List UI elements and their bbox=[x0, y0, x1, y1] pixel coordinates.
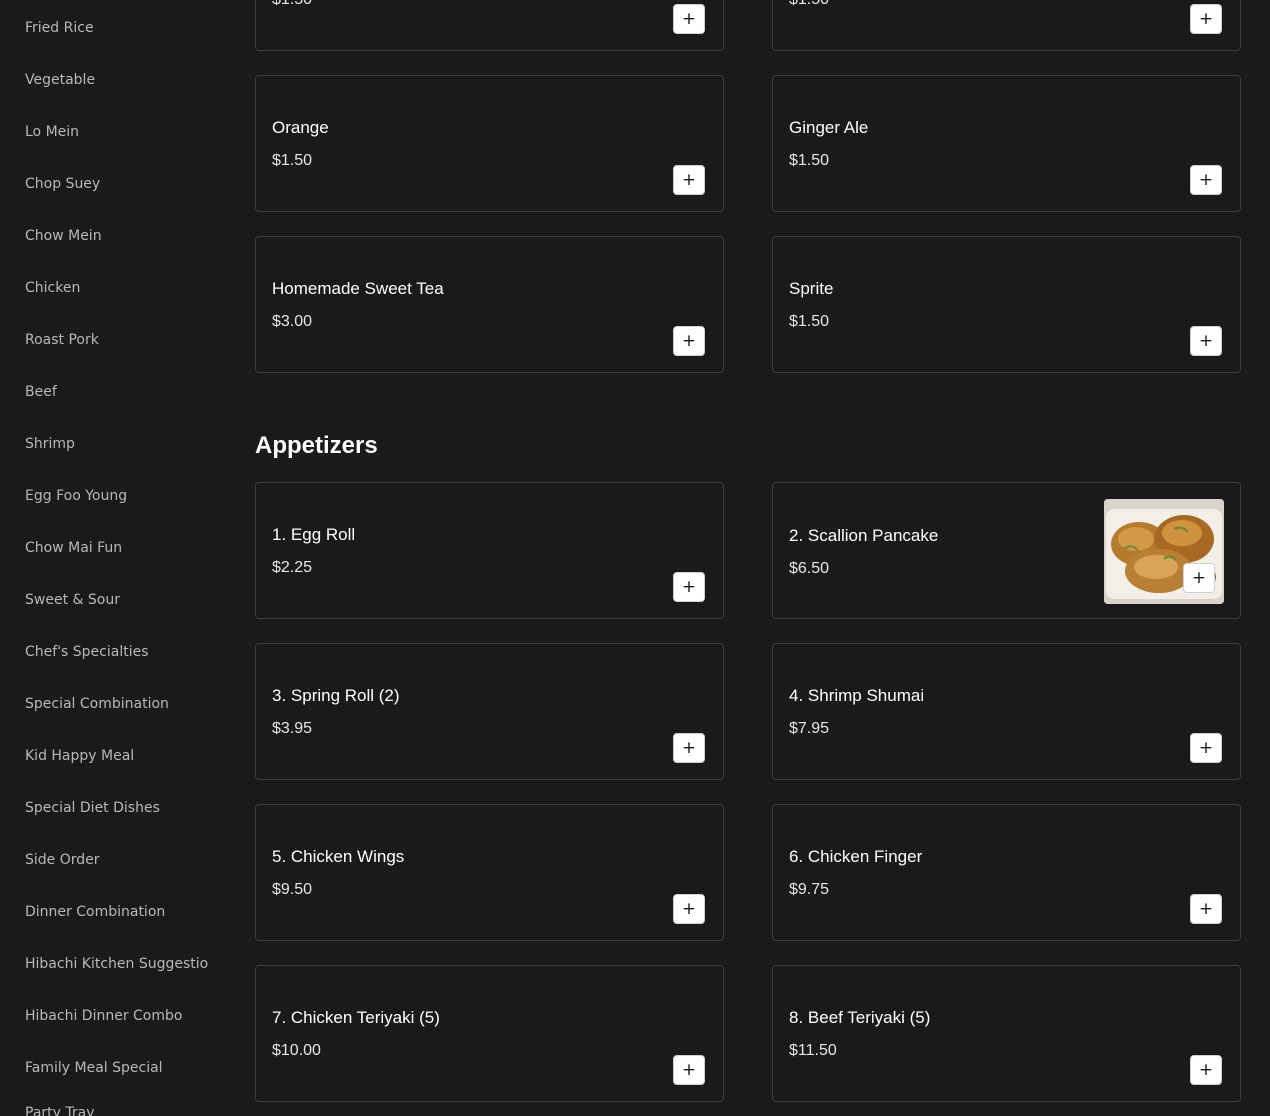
item-price: $7.95 bbox=[789, 720, 830, 737]
add-to-cart-button[interactable]: + bbox=[673, 4, 705, 34]
item-price: $2.25 bbox=[272, 559, 313, 576]
add-to-cart-button[interactable]: + bbox=[1190, 4, 1222, 34]
add-to-cart-button[interactable]: + bbox=[673, 894, 705, 924]
add-to-cart-button[interactable]: + bbox=[1190, 326, 1222, 356]
item-name: 5. Chicken Wings bbox=[272, 847, 405, 866]
item-name: Sprite bbox=[789, 279, 834, 298]
item-price: $1.50 bbox=[272, 0, 312, 9]
item-price: $3.00 bbox=[272, 313, 313, 330]
item-price: $11.50 bbox=[789, 1042, 837, 1059]
item-price: $1.50 bbox=[789, 152, 830, 169]
item-price: $10.00 bbox=[272, 1042, 321, 1059]
add-to-cart-button[interactable]: + bbox=[1190, 165, 1222, 195]
add-to-cart-button[interactable]: + bbox=[1183, 563, 1215, 593]
menu-content: $1.50 + $1.50 + Orange $1.50 + Ginger Al… bbox=[0, 0, 1270, 1116]
menu-item-card[interactable]: $1.50 + bbox=[772, 0, 1241, 51]
item-photo: + bbox=[1104, 499, 1224, 604]
menu-item-card[interactable]: 5. Chicken Wings $9.50 + bbox=[255, 804, 724, 941]
item-price: $1.50 bbox=[789, 313, 830, 330]
add-to-cart-button[interactable]: + bbox=[673, 326, 705, 356]
add-to-cart-button[interactable]: + bbox=[1190, 894, 1222, 924]
item-name: Homemade Sweet Tea bbox=[272, 279, 444, 298]
item-price: $1.50 bbox=[272, 152, 313, 169]
menu-item-card[interactable]: Homemade Sweet Tea $3.00 + bbox=[255, 236, 724, 373]
menu-item-card[interactable]: 4. Shrimp Shumai $7.95 + bbox=[772, 643, 1241, 780]
item-price: $6.50 bbox=[789, 560, 830, 577]
item-name: 6. Chicken Finger bbox=[789, 847, 923, 866]
menu-item-card[interactable]: 3. Spring Roll (2) $3.95 + bbox=[255, 643, 724, 780]
menu-item-card[interactable]: Ginger Ale $1.50 + bbox=[772, 75, 1241, 212]
add-to-cart-button[interactable]: + bbox=[673, 165, 705, 195]
item-name: 1. Egg Roll bbox=[272, 525, 356, 544]
item-price: $9.75 bbox=[789, 881, 830, 898]
menu-item-card[interactable]: 2. Scallion Pancake $6.50 + bbox=[772, 482, 1241, 619]
menu-item-card[interactable]: 1. Egg Roll $2.25 + bbox=[255, 482, 724, 619]
add-to-cart-button[interactable]: + bbox=[673, 1055, 705, 1085]
item-name: 4. Shrimp Shumai bbox=[789, 686, 925, 705]
item-name: 2. Scallion Pancake bbox=[789, 526, 939, 545]
add-to-cart-button[interactable]: + bbox=[673, 572, 705, 602]
menu-item-card[interactable]: Sprite $1.50 + bbox=[772, 236, 1241, 373]
item-name: 8. Beef Teriyaki (5) bbox=[789, 1008, 931, 1027]
add-to-cart-button[interactable]: + bbox=[673, 733, 705, 763]
section-title-appetizers: Appetizers bbox=[255, 432, 378, 459]
item-name: 7. Chicken Teriyaki (5) bbox=[272, 1008, 440, 1027]
menu-item-card[interactable]: $1.50 + bbox=[255, 0, 724, 51]
item-name: Ginger Ale bbox=[789, 118, 869, 137]
menu-item-card[interactable]: 7. Chicken Teriyaki (5) $10.00 + bbox=[255, 965, 724, 1102]
item-price: $9.50 bbox=[272, 881, 313, 898]
menu-item-card[interactable]: Orange $1.50 + bbox=[255, 75, 724, 212]
item-name: 3. Spring Roll (2) bbox=[272, 686, 400, 705]
item-price: $3.95 bbox=[272, 720, 313, 737]
add-to-cart-button[interactable]: + bbox=[1190, 1055, 1222, 1085]
item-name: Orange bbox=[272, 118, 329, 137]
menu-item-card[interactable]: 8. Beef Teriyaki (5) $11.50 + bbox=[772, 965, 1241, 1102]
menu-item-card[interactable]: 6. Chicken Finger $9.75 + bbox=[772, 804, 1241, 941]
add-to-cart-button[interactable]: + bbox=[1190, 733, 1222, 763]
item-price: $1.50 bbox=[789, 0, 829, 9]
